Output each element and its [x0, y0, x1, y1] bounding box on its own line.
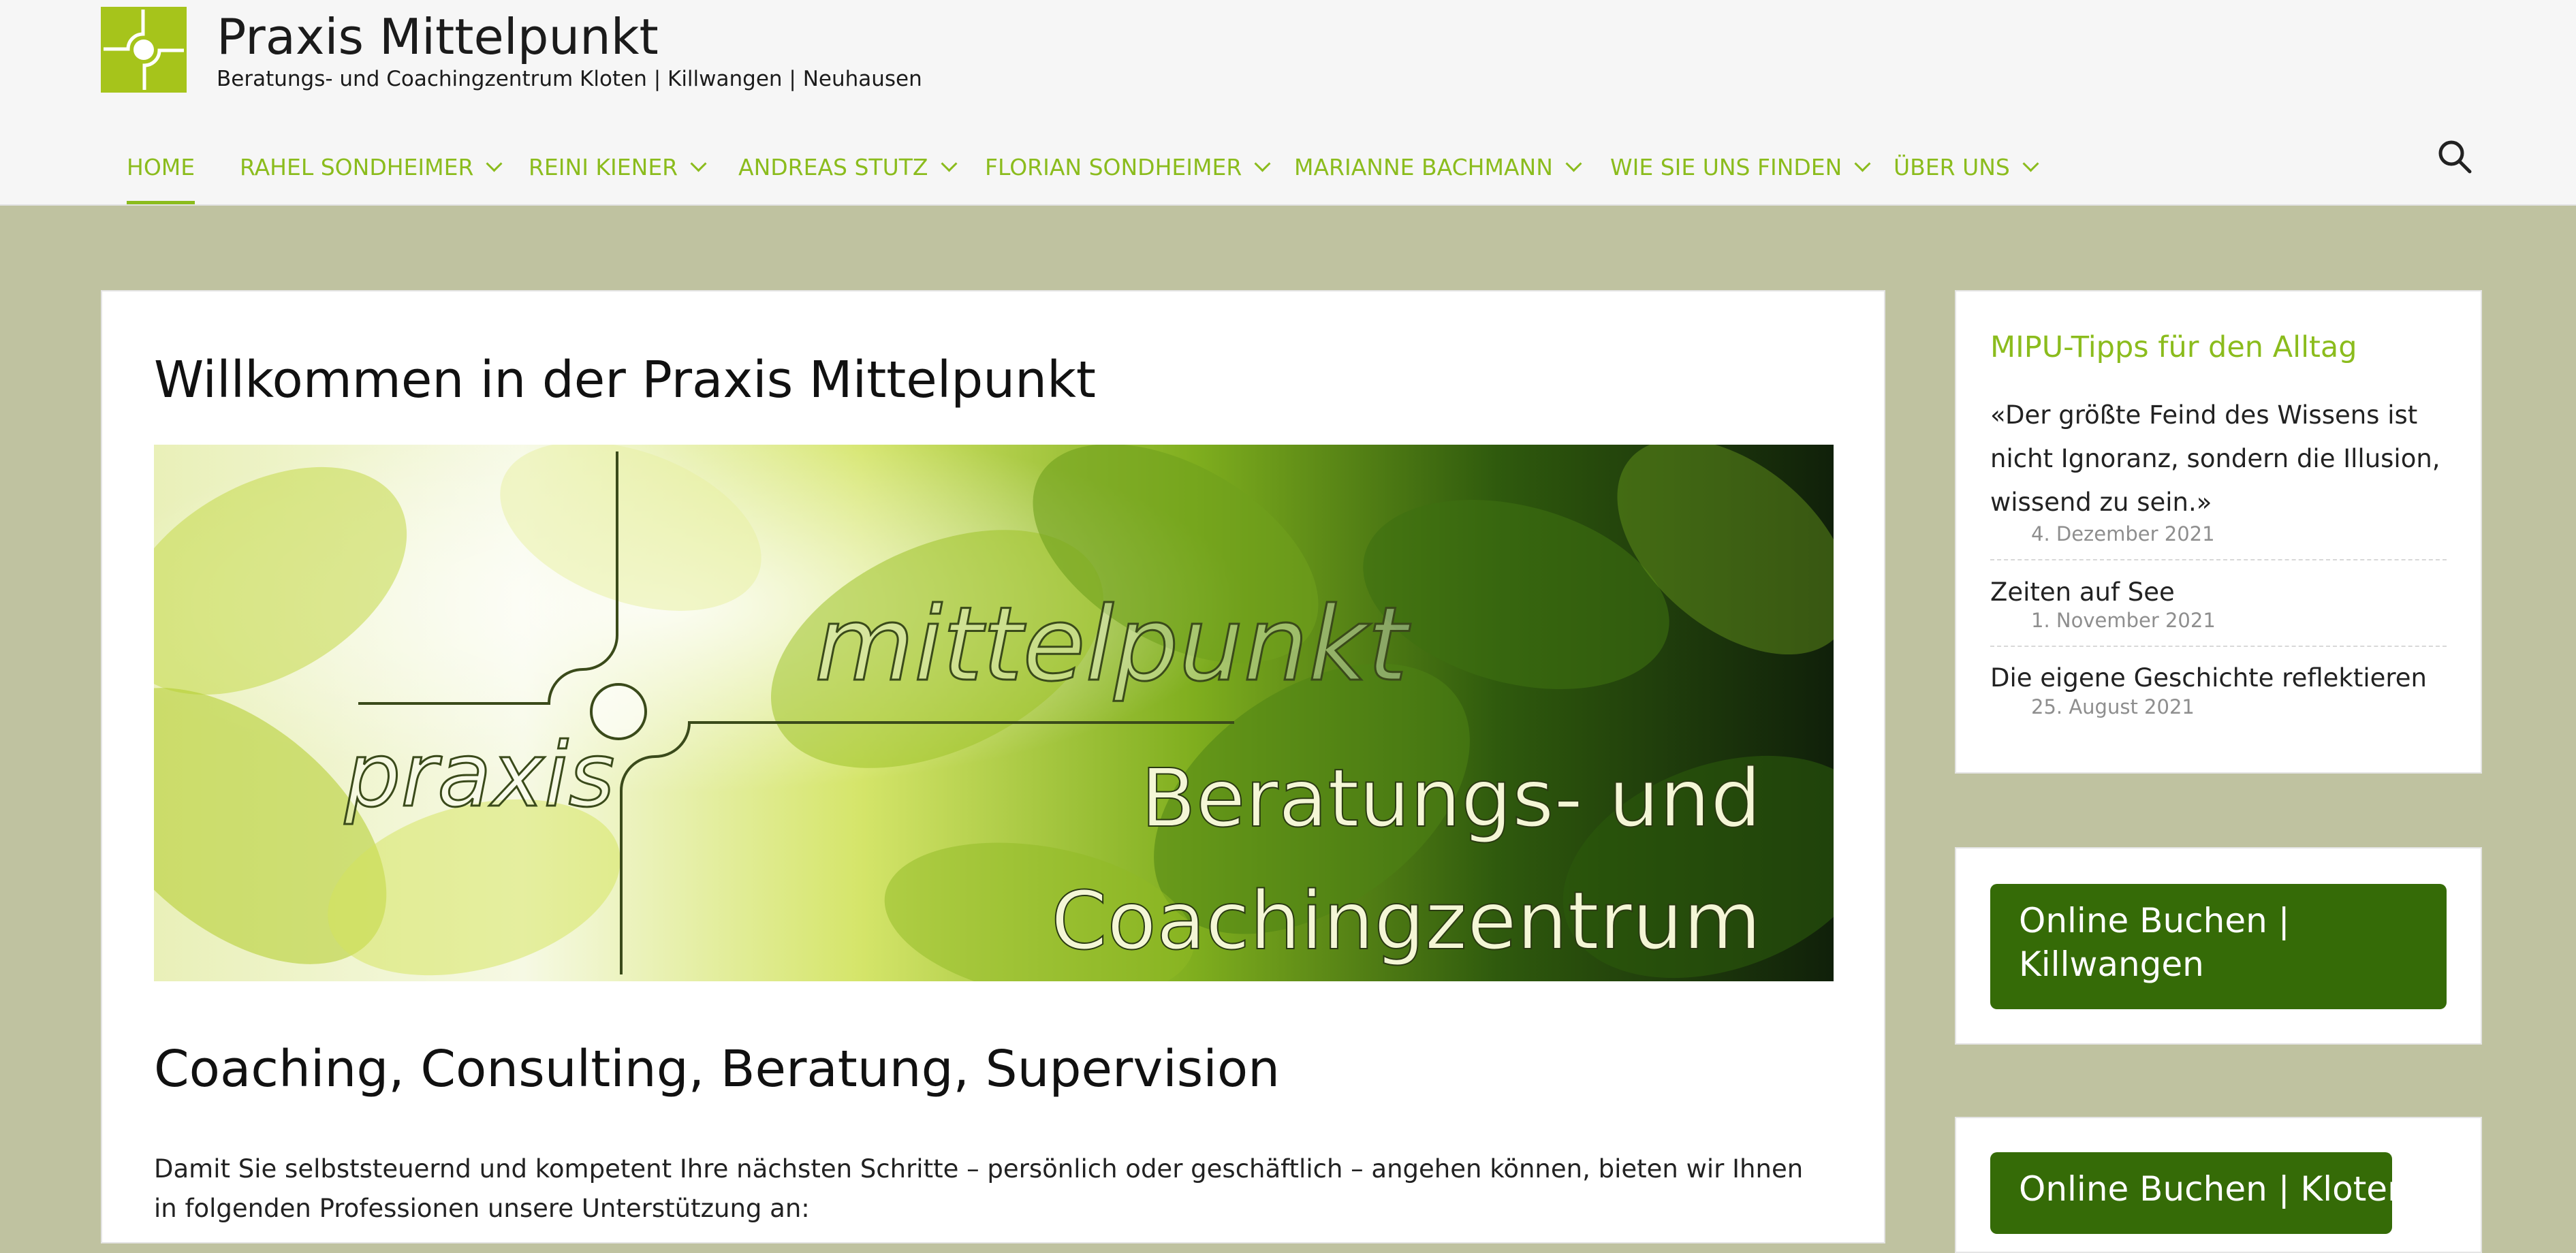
hero-caption-line2: Coachingzentrum [1051, 874, 1761, 968]
nav-item-label: WIE SIE UNS FINDEN [1610, 153, 1842, 180]
tip-post-link[interactable]: «Der größte Feind des Wissens ist nicht … [1990, 394, 2447, 524]
nav-item-marianne-bachmann[interactable]: MARIANNE BACHMANN [1294, 129, 1582, 204]
book-online-killwangen-button[interactable]: Online Buchen | Killwangen [1990, 884, 2447, 1009]
hero-caption-line1: Beratungs- und [1141, 751, 1761, 845]
search-icon [2438, 140, 2472, 174]
nav-item-wie-sie-uns-finden[interactable]: WIE SIE UNS FINDEN [1610, 129, 1871, 204]
tips-widget-title: MIPU-Tipps für den Alltag [1990, 330, 2357, 364]
nav-item-ueber-uns[interactable]: ÜBER UNS [1894, 129, 2039, 204]
intro-paragraph: Damit Sie selbststeuernd und kompetent I… [154, 1154, 1804, 1223]
nav-item-florian-sondheimer[interactable]: FLORIAN SONDHEIMER [985, 129, 1271, 204]
nav-item-label: FLORIAN SONDHEIMER [985, 153, 1242, 180]
book-online-kloten-button[interactable]: Online Buchen | Kloten [1990, 1152, 2409, 1234]
tip-post-link[interactable]: Die eigene Geschichte reflektieren [1990, 656, 2447, 700]
hero-logo-mittelpunkt: mittelpunkt [815, 586, 1411, 704]
tip-post-date: 25. August 2021 [2031, 695, 2195, 718]
chevron-down-icon [2022, 155, 2039, 172]
search-button[interactable] [2436, 138, 2474, 176]
mittelpunkt-logo-icon [101, 7, 187, 93]
nav-item-label: ANDREAS STUTZ [738, 153, 928, 180]
hero-banner: mittelpunkt praxis Beratungs- und Coachi… [154, 445, 1834, 981]
chevron-down-icon [1854, 155, 1871, 172]
site-header: Praxis Mittelpunkt Beratungs- und Coachi… [0, 0, 2576, 206]
tip-post-date: 1. November 2021 [2031, 609, 2216, 632]
site-title[interactable]: Praxis Mittelpunkt [217, 5, 659, 68]
chevron-down-icon [690, 155, 707, 172]
page-title: Willkommen in der Praxis Mittelpunkt [154, 351, 1096, 409]
nav-item-label: REINI KIENER [529, 153, 678, 180]
nav-item-label: RAHEL SONDHEIMER [240, 153, 474, 180]
site-tagline: Beratungs- und Coachingzentrum Kloten | … [217, 67, 922, 91]
nav-item-label: MARIANNE BACHMANN [1294, 153, 1553, 180]
site-logo[interactable] [101, 7, 187, 93]
tip-divider [1990, 559, 2447, 560]
chevron-down-icon [1254, 155, 1271, 172]
nav-item-label: HOME [127, 153, 195, 180]
section-heading: Coaching, Consulting, Beratung, Supervis… [154, 1040, 1281, 1098]
nav-item-home[interactable]: HOME [127, 129, 195, 204]
hero-logo-praxis: praxis [344, 723, 614, 827]
chevron-down-icon [940, 155, 958, 172]
nav-item-reini-kiener[interactable]: REINI KIENER [529, 129, 707, 204]
tip-divider [1990, 646, 2447, 647]
nav-item-rahel-sondheimer[interactable]: RAHEL SONDHEIMER [240, 129, 503, 204]
nav-item-label: ÜBER UNS [1894, 153, 2010, 180]
nav-item-andreas-stutz[interactable]: ANDREAS STUTZ [738, 129, 958, 204]
tip-post-date: 4. Dezember 2021 [2031, 522, 2215, 545]
hero-image: mittelpunkt praxis Beratungs- und Coachi… [154, 445, 1834, 981]
chevron-down-icon [1565, 155, 1582, 172]
chevron-down-icon [486, 155, 503, 172]
